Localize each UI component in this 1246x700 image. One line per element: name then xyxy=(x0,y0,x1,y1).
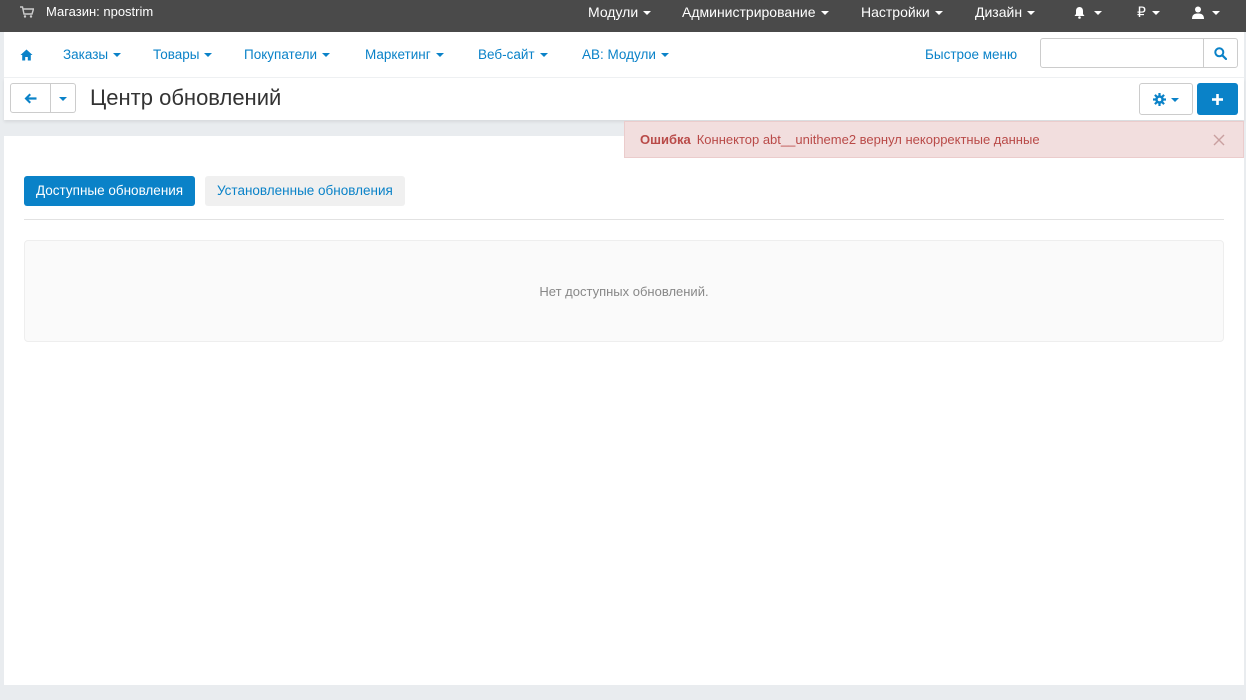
nav-ab-modules[interactable]: AB: Модули xyxy=(582,32,669,77)
gear-icon xyxy=(1153,92,1166,106)
nav-customers[interactable]: Покупатели xyxy=(244,32,331,77)
chevron-down-icon xyxy=(435,53,444,57)
title-bar: Центр обновлений xyxy=(4,78,1244,120)
chevron-down-icon xyxy=(1151,10,1160,15)
close-icon[interactable] xyxy=(1213,134,1225,146)
chevron-down-icon xyxy=(820,10,829,15)
tab-available-updates[interactable]: Доступные обновления xyxy=(24,176,196,206)
home-icon xyxy=(20,49,33,60)
back-button[interactable] xyxy=(10,83,51,113)
settings-button[interactable] xyxy=(1139,83,1193,115)
menu-design[interactable]: Дизайн xyxy=(975,0,1036,24)
chevron-down-icon xyxy=(660,53,669,57)
menu-design-label: Дизайн xyxy=(975,4,1023,20)
error-alert: Ошибка Коннектор abt__unitheme2 вернул не… xyxy=(624,121,1244,158)
chevron-down-icon xyxy=(643,10,652,15)
chevron-down-icon xyxy=(1212,10,1220,15)
quick-menu-link[interactable]: Быстрое меню xyxy=(925,32,1017,77)
chevron-down-icon xyxy=(1027,10,1036,15)
empty-updates-box: Нет доступных обновлений. xyxy=(24,240,1224,342)
search-button[interactable] xyxy=(1203,39,1237,67)
chevron-down-icon xyxy=(59,96,67,101)
chevron-down-icon xyxy=(113,53,122,57)
currency-label: ₽ xyxy=(1137,4,1146,20)
chevron-down-icon xyxy=(1094,10,1102,15)
main-navbar: Заказы Товары Покупатели Маркетинг Веб-с… xyxy=(4,32,1244,78)
currency-menu[interactable]: ₽ xyxy=(1137,0,1160,24)
nav-marketing-label: Маркетинг xyxy=(365,47,431,62)
alert-message: Коннектор abt__unitheme2 вернул некоррек… xyxy=(696,132,1040,147)
tab-installed-updates[interactable]: Установленные обновления xyxy=(205,176,405,206)
bell-icon xyxy=(1074,6,1085,19)
store-label: Магазин: npostrim xyxy=(46,4,154,19)
divider xyxy=(24,219,1224,220)
nav-website[interactable]: Веб-сайт xyxy=(478,32,548,77)
search-icon xyxy=(1214,46,1227,60)
menu-settings-label: Настройки xyxy=(861,4,930,20)
nav-products-label: Товары xyxy=(153,47,200,62)
user-menu[interactable] xyxy=(1192,0,1220,24)
nav-orders[interactable]: Заказы xyxy=(63,32,122,77)
store-switcher[interactable]: Магазин: npostrim xyxy=(20,0,153,24)
arrow-left-icon xyxy=(24,93,37,103)
chevron-down-icon xyxy=(1171,97,1179,102)
chevron-down-icon xyxy=(934,10,943,15)
content-panel: Доступные обновления Установленные обнов… xyxy=(4,136,1244,685)
back-dropdown-button[interactable] xyxy=(51,83,76,113)
nav-ab-modules-label: AB: Модули xyxy=(582,47,656,62)
top-bar: Магазин: npostrim Модули Администрирован… xyxy=(0,0,1246,32)
menu-modules-label: Модули xyxy=(588,4,639,20)
notifications-menu[interactable] xyxy=(1073,0,1102,24)
menu-modules[interactable]: Модули xyxy=(588,0,652,24)
nav-orders-label: Заказы xyxy=(63,47,109,62)
cart-icon xyxy=(20,6,34,18)
add-button[interactable] xyxy=(1197,83,1238,115)
quick-menu-label: Быстрое меню xyxy=(925,47,1018,62)
empty-message: Нет доступных обновлений. xyxy=(539,283,709,299)
nav-products[interactable]: Товары xyxy=(153,32,213,77)
nav-website-label: Веб-сайт xyxy=(478,47,535,62)
menu-settings[interactable]: Настройки xyxy=(861,0,943,24)
back-button-group xyxy=(10,83,76,113)
plus-icon xyxy=(1212,93,1223,105)
page-title: Центр обновлений xyxy=(90,85,282,110)
search-box xyxy=(1040,38,1238,68)
user-icon xyxy=(1192,6,1204,19)
home-link[interactable] xyxy=(20,32,33,77)
alert-label: Ошибка xyxy=(640,132,691,147)
nav-marketing[interactable]: Маркетинг xyxy=(365,32,444,77)
search-input[interactable] xyxy=(1041,39,1203,67)
menu-administration-label: Администрирование xyxy=(682,4,816,20)
chevron-down-icon xyxy=(322,53,331,57)
chevron-down-icon xyxy=(204,53,213,57)
chevron-down-icon xyxy=(539,53,548,57)
nav-customers-label: Покупатели xyxy=(244,47,318,62)
menu-administration[interactable]: Администрирование xyxy=(682,0,829,24)
